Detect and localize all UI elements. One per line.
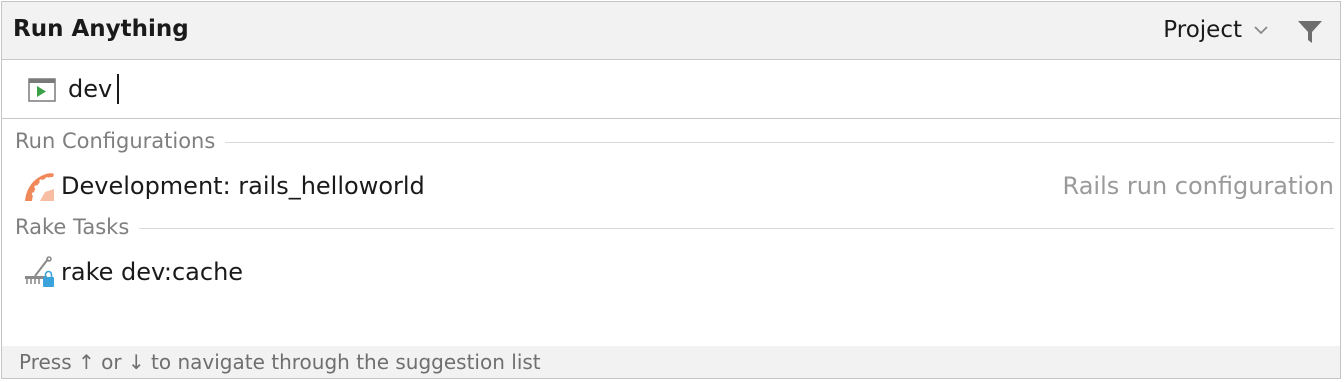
rake-icon [25,256,54,287]
section-label: Run Configurations [15,129,216,153]
filter-icon[interactable] [1296,18,1324,46]
item-label: Development: rails_helloworld [61,172,425,200]
section-label: Rake Tasks [15,215,130,239]
popup-title: Run Anything [13,16,189,42]
text-caret [117,74,119,104]
search-row [2,60,1340,119]
section-rake-tasks: Rake Tasks [15,214,1334,240]
scope-label: Project [1163,17,1242,43]
run-anything-popup: Run Anything Project Run Configurations [1,1,1341,379]
navigation-hint: Press ↑ or ↓ to navigate through the sug… [19,350,541,374]
scope-dropdown[interactable]: Project [1163,17,1270,43]
list-item-development-rails[interactable]: Development: rails_helloworld Rails run … [2,166,1340,206]
search-input[interactable] [68,70,1268,108]
section-divider [139,227,1334,229]
status-footer: Press ↑ or ↓ to navigate through the sug… [2,346,1340,378]
chevron-down-icon [1254,26,1268,35]
section-divider [225,141,1334,143]
popup-header: Run Anything Project [2,2,1340,60]
item-hint: Rails run configuration [1062,172,1334,200]
run-configuration-icon [28,78,56,102]
rails-icon [25,173,54,201]
list-item-rake-dev-cache[interactable]: rake dev:cache [2,252,1340,292]
item-label: rake dev:cache [61,258,244,286]
section-run-configurations: Run Configurations [15,128,1334,154]
